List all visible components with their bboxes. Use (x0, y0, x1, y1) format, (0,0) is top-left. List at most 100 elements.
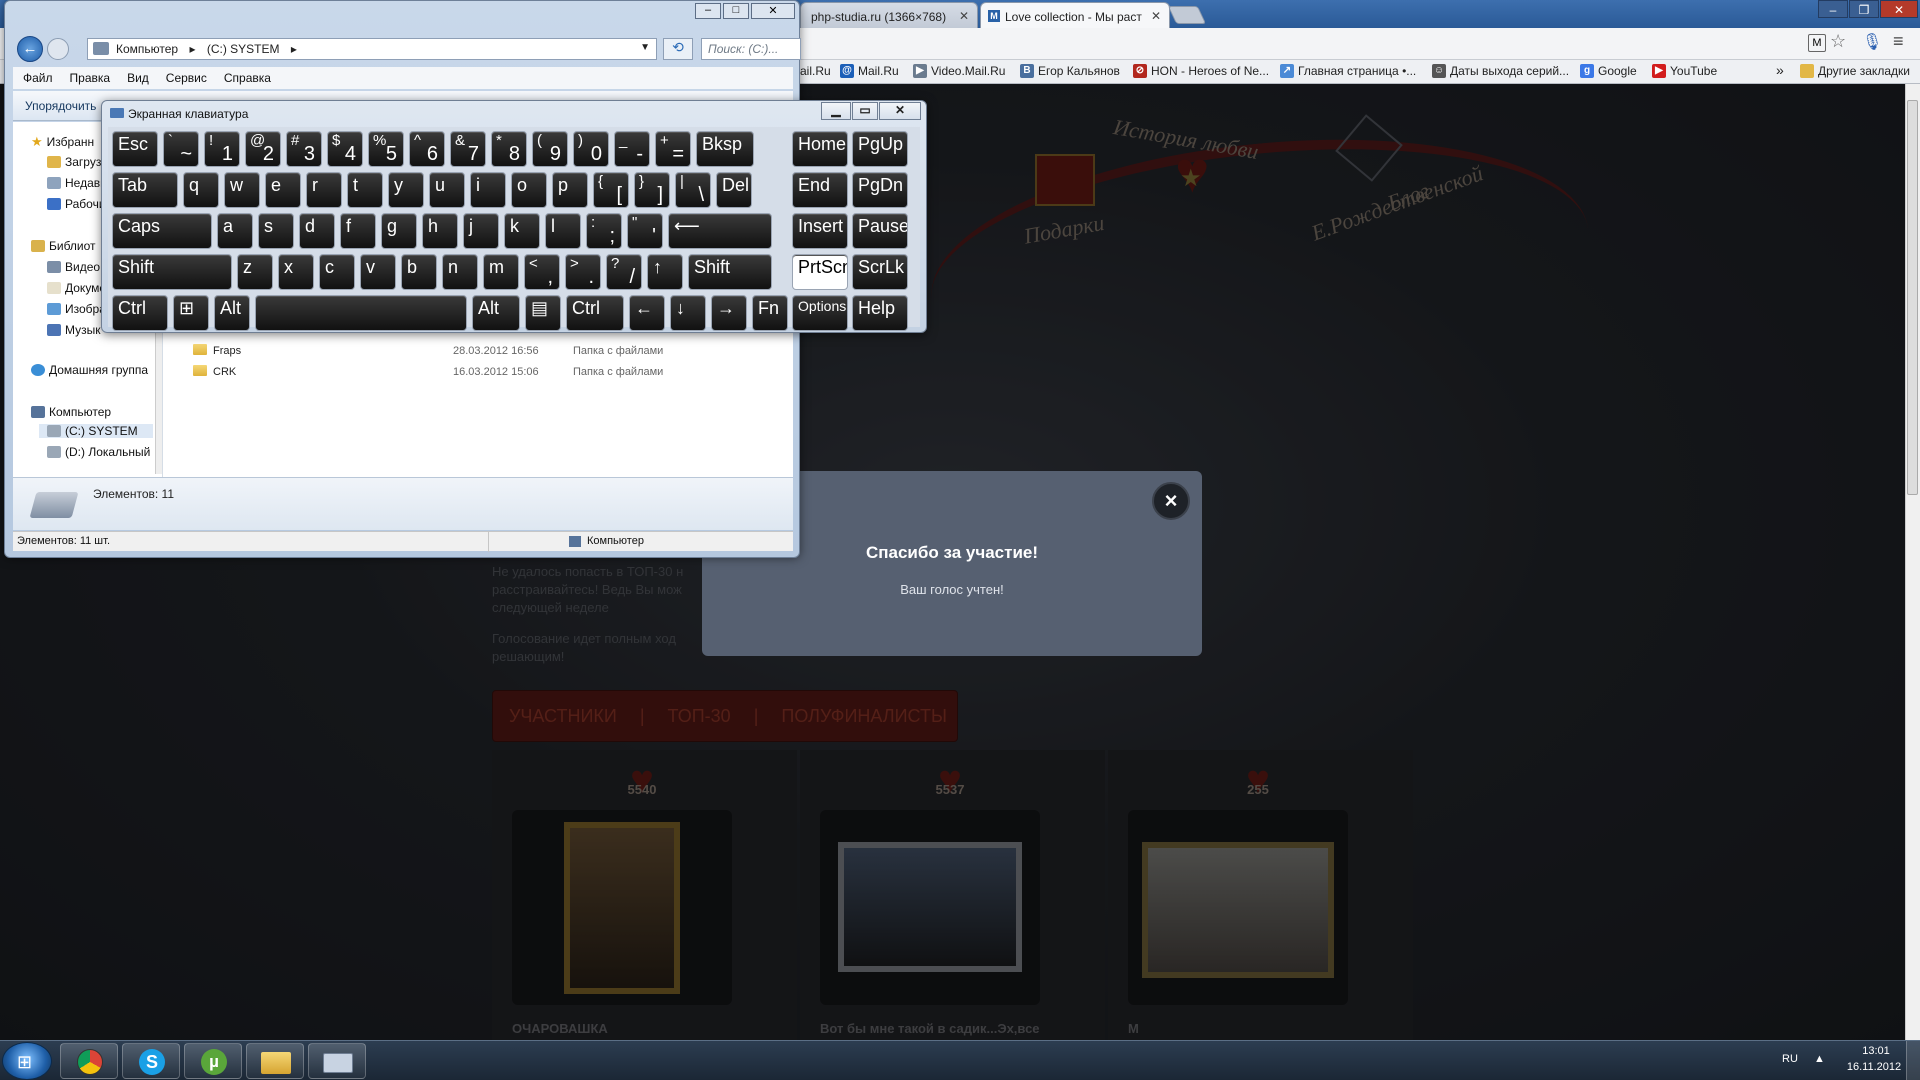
list-item[interactable]: CRK 16.03.2012 15:06 Папка с файлами (193, 365, 663, 378)
key[interactable]: Alt (472, 295, 520, 331)
breadcrumb-drive[interactable]: (C:) SYSTEM (207, 42, 280, 56)
bookmark-star-icon[interactable]: ☆ (1830, 31, 1846, 52)
bookmark-item[interactable]: g Google (1580, 64, 1637, 78)
show-desktop-button[interactable] (1906, 1041, 1920, 1080)
key[interactable]: Shift (112, 254, 232, 290)
key[interactable]: ` ~ (163, 131, 199, 167)
key[interactable]: → (711, 295, 747, 331)
back-button[interactable]: ← (17, 36, 43, 62)
bookmark-item[interactable]: ▶ YouTube (1652, 64, 1717, 78)
key[interactable]: ↑ (647, 254, 683, 290)
bookmarks-overflow-icon[interactable]: » (1776, 62, 1784, 78)
key[interactable]: l (545, 213, 581, 249)
bookmark-item[interactable]: ☺ Даты выхода серий... (1432, 64, 1569, 78)
key[interactable]: <, (524, 254, 560, 290)
key[interactable]: s (258, 213, 294, 249)
key-pgup[interactable]: PgUp (852, 131, 908, 167)
key[interactable]: @2 (245, 131, 281, 167)
key[interactable]: (9 (532, 131, 568, 167)
key[interactable]: n (442, 254, 478, 290)
key-insert[interactable]: Insert (792, 213, 848, 249)
key[interactable]: :; (586, 213, 622, 249)
key[interactable]: Tab (112, 172, 178, 208)
key[interactable]: ▤ (525, 295, 561, 331)
clock-time[interactable]: 13:01 (1850, 1045, 1902, 1057)
key[interactable]: x (278, 254, 314, 290)
key[interactable]: Shift (688, 254, 772, 290)
tree-drive-c[interactable]: (C:) SYSTEM (39, 424, 153, 438)
menu-edit[interactable]: Правка (70, 71, 111, 85)
key[interactable]: % 5 (368, 131, 404, 167)
key[interactable]: Del (716, 172, 752, 208)
key-options[interactable]: Options (792, 295, 848, 331)
explorer-address-bar[interactable]: Компьютер ▸ (C:) SYSTEM ▸ ▼ (87, 38, 657, 60)
taskbar-utorrent[interactable]: µ (184, 1043, 242, 1079)
close-window-button[interactable]: ✕ (879, 102, 921, 120)
key[interactable]: ^ 6 (409, 131, 445, 167)
maximize-button[interactable]: ❐ (1849, 0, 1879, 18)
bookmark-item[interactable]: @ Mail.Ru (840, 64, 899, 78)
key[interactable]: #3 (286, 131, 322, 167)
key[interactable]: Alt (214, 295, 250, 331)
close-tab-icon[interactable]: ✕ (959, 9, 969, 23)
minimize-button[interactable]: – (695, 3, 721, 19)
key[interactable]: Ctrl (112, 295, 168, 331)
key-scrlk[interactable]: ScrLk (852, 254, 908, 290)
taskbar-osk[interactable] (308, 1043, 366, 1079)
tree-item[interactable]: Недавн (47, 176, 107, 190)
key[interactable]: {[ (593, 172, 629, 208)
organize-button[interactable]: Упорядочить (25, 99, 96, 113)
key[interactable]: ⊞ (173, 295, 209, 331)
bookmark-item[interactable]: B Егор Кальянов (1020, 64, 1120, 78)
key[interactable]: h (422, 213, 458, 249)
key[interactable]: | \ (675, 172, 711, 208)
taskbar-chrome[interactable] (60, 1043, 118, 1079)
close-tab-icon[interactable]: ✕ (1151, 9, 1161, 23)
tree-homegroup[interactable]: Домашняя группа (31, 363, 148, 377)
refresh-icon[interactable]: ⟲ (663, 38, 693, 60)
menu-view[interactable]: Вид (127, 71, 149, 85)
key-prtscn[interactable]: PrtScn (792, 254, 848, 290)
key[interactable]: k (504, 213, 540, 249)
chevron-down-icon[interactable]: ▼ (640, 42, 650, 53)
minimize-button[interactable]: – (1818, 0, 1848, 18)
key-home[interactable]: Home (792, 131, 848, 167)
bookmark-item[interactable]: ↗ Главная страница •... (1280, 64, 1416, 78)
key[interactable]: ? / (606, 254, 642, 290)
key[interactable]: p (552, 172, 588, 208)
key[interactable]: Esc (112, 131, 158, 167)
key-pause[interactable]: Pause (852, 213, 908, 249)
key[interactable]: * 8 (491, 131, 527, 167)
menu-help[interactable]: Справка (224, 71, 271, 85)
key[interactable]: w (224, 172, 260, 208)
tree-item[interactable]: Рабочи (47, 197, 106, 211)
page-scrollbar-thumb[interactable] (1907, 100, 1918, 495)
maximize-button[interactable]: □ (723, 3, 749, 19)
other-bookmarks[interactable]: Другие закладки (1800, 64, 1910, 78)
clock-date[interactable]: 16.11.2012 (1840, 1061, 1908, 1073)
key[interactable]: ↓ (670, 295, 706, 331)
key-pgdn[interactable]: PgDn (852, 172, 908, 208)
key[interactable]: e (265, 172, 301, 208)
key[interactable]: a (217, 213, 253, 249)
language-indicator[interactable]: RU (1782, 1053, 1798, 1065)
close-window-button[interactable]: ✕ (751, 3, 795, 19)
key[interactable]: m (483, 254, 519, 290)
taskbar-skype[interactable]: S (122, 1043, 180, 1079)
tree-item[interactable]: Видео (47, 260, 100, 274)
key[interactable]: $4 (327, 131, 363, 167)
menu-service[interactable]: Сервис (166, 71, 207, 85)
bookmark-item[interactable]: ▶ Video.Mail.Ru (913, 64, 1005, 78)
key[interactable]: ← (629, 295, 665, 331)
key[interactable]: Fn (752, 295, 788, 331)
microphone-icon[interactable]: 🎙 (1862, 32, 1882, 52)
key[interactable]: + = (655, 131, 691, 167)
key[interactable]: Bksp (696, 131, 754, 167)
key[interactable]: z (237, 254, 273, 290)
tree-item[interactable]: Докуме (47, 281, 106, 295)
breadcrumb-computer[interactable]: Компьютер (116, 42, 178, 56)
taskbar-explorer[interactable] (246, 1043, 304, 1079)
tree-item[interactable]: Музык (47, 323, 101, 337)
key[interactable]: o (511, 172, 547, 208)
extension-icon[interactable]: M (1808, 34, 1826, 52)
